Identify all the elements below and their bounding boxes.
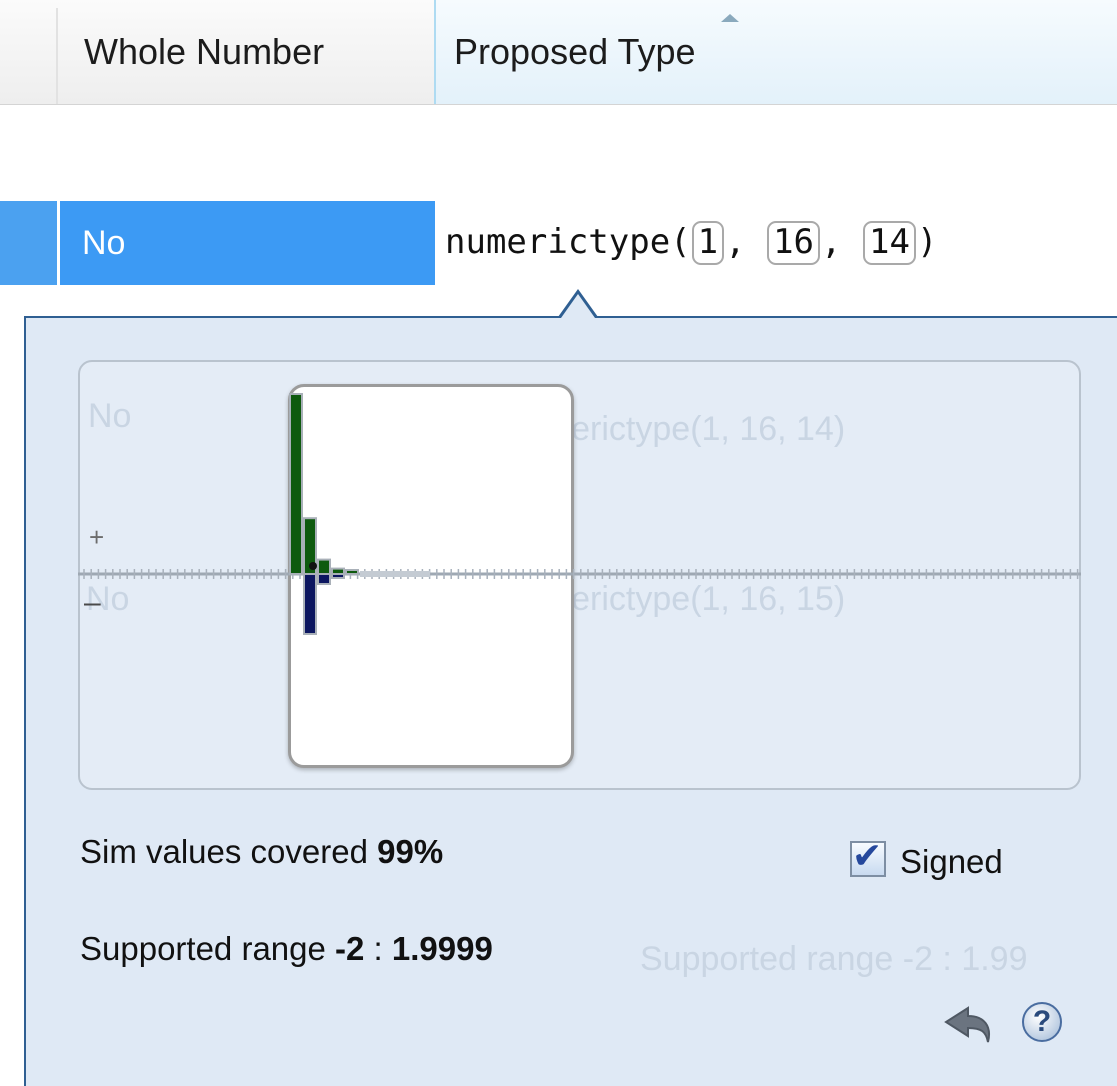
histogram-bar-positive — [345, 569, 359, 575]
column-header-label: Whole Number — [84, 31, 325, 72]
range-min: -2 — [335, 930, 365, 967]
histogram-axis — [78, 569, 1081, 579]
histogram-bar-negative — [317, 573, 331, 585]
row-selector[interactable] — [0, 201, 57, 285]
undo-icon[interactable] — [938, 1002, 998, 1046]
range-separator: : — [364, 930, 392, 967]
ghost-range-text: Supported range -2 : 1.99 — [640, 940, 1028, 978]
word-length-token[interactable]: 16 — [767, 221, 821, 265]
negative-axis-label: – — [84, 586, 101, 619]
histogram — [78, 393, 1081, 635]
column-separator[interactable] — [56, 8, 58, 104]
type-prefix: numerictype( — [445, 222, 691, 263]
proposed-type-editor[interactable]: numerictype(1, 16, 14) — [432, 201, 1117, 285]
check-mark-icon: ✔ — [852, 835, 883, 876]
coverage-label: Sim values covered — [80, 833, 368, 870]
signed-label: Signed — [900, 843, 1003, 880]
type-suffix: ) — [916, 222, 938, 263]
histogram-bars — [289, 393, 430, 635]
histogram-bar-negative — [303, 573, 317, 635]
separator: , — [725, 222, 767, 263]
whole-number-value: No — [82, 223, 126, 262]
table-row[interactable] — [0, 105, 1117, 201]
positive-axis-label: + — [89, 522, 105, 552]
coverage-text: Sim values covered 99% — [80, 833, 443, 871]
popup-pointer-fill — [561, 294, 595, 318]
separator: , — [821, 222, 862, 263]
histogram-bar-positive — [317, 558, 331, 576]
column-header-label: Proposed Type — [454, 31, 696, 72]
column-header-whole-number[interactable]: Whole Number — [62, 0, 432, 104]
histogram-bar-negative — [331, 573, 345, 579]
range-label: Supported range — [80, 930, 326, 967]
range-max: 1.9999 — [391, 930, 493, 967]
help-icon[interactable]: ? — [1022, 1002, 1062, 1042]
coverage-value: 99% — [377, 833, 444, 870]
numerictype-expression: numerictype(1, 16, 14) — [445, 221, 937, 265]
histogram-tail — [360, 571, 430, 577]
whole-number-cell[interactable]: No — [60, 201, 432, 285]
histogram-bar-positive — [289, 393, 303, 575]
sort-ascending-icon[interactable] — [721, 14, 739, 22]
supported-range-text: Supported range -2 : 1.9999 — [80, 930, 493, 968]
column-header-proposed-type[interactable]: Proposed Type — [434, 0, 1117, 104]
binary-point-marker — [309, 562, 317, 570]
fraction-length-token[interactable]: 14 — [862, 221, 916, 265]
signedness-token[interactable]: 1 — [691, 221, 725, 265]
